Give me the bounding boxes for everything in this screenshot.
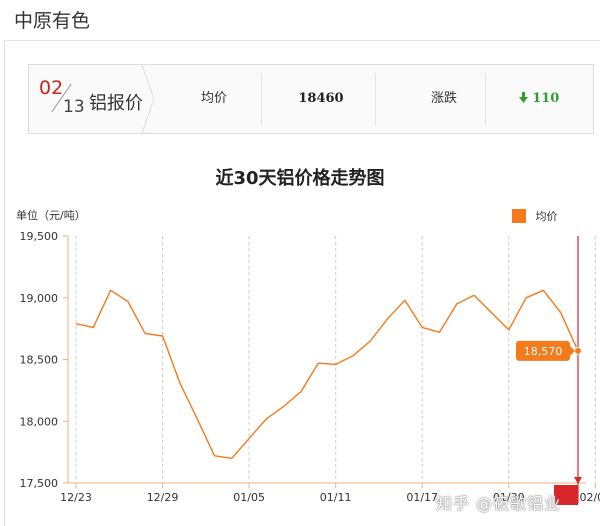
data-point	[230, 456, 234, 460]
watermark: 知乎 @筱歌铝业	[436, 494, 562, 513]
data-point	[282, 404, 286, 408]
data-point	[507, 328, 511, 332]
data-point	[386, 317, 390, 321]
x-tick-label: 01/05	[233, 491, 265, 504]
data-point	[161, 334, 165, 338]
data-point	[524, 296, 528, 300]
last-point-marker	[574, 346, 582, 355]
y-tick-label: 19,000	[20, 292, 59, 305]
x-tick-label: 12/23	[60, 491, 92, 504]
data-point	[559, 311, 563, 315]
y-tick-label: 18,500	[20, 354, 59, 367]
data-point	[541, 288, 545, 292]
value-tooltip-pointer	[570, 345, 575, 356]
data-point	[247, 437, 251, 441]
data-point	[420, 325, 424, 329]
data-point	[264, 417, 268, 421]
value-tooltip-label: 18,570	[524, 345, 563, 358]
x-tick-label: 02/03	[579, 491, 600, 504]
data-point	[403, 298, 407, 302]
x-tick-label: 01/17	[406, 491, 438, 504]
price-series-line	[75, 289, 579, 459]
data-point	[126, 299, 130, 303]
data-point	[143, 332, 147, 336]
data-point	[91, 325, 95, 329]
data-point	[455, 302, 459, 306]
data-point	[299, 390, 303, 394]
data-point	[472, 293, 476, 297]
data-point	[368, 339, 372, 343]
data-point	[438, 330, 442, 334]
x-tick-label: 01/11	[320, 491, 352, 504]
y-tick-label: 17,500	[20, 477, 59, 490]
price-trend-chart[interactable]: 17,500 18,000 18,500 19,000 19,500 12/23 12/29…	[0, 0, 600, 526]
y-tick-label: 18,000	[20, 415, 59, 428]
data-point	[74, 322, 78, 326]
data-point	[351, 354, 355, 358]
data-point	[195, 417, 199, 421]
y-tick-label: 19,500	[20, 230, 59, 243]
x-tick-label: 12/29	[147, 491, 179, 504]
data-point	[316, 361, 320, 365]
data-point	[212, 454, 216, 458]
data-point	[109, 288, 113, 292]
data-point	[489, 311, 493, 315]
data-point	[178, 381, 182, 385]
data-point	[334, 362, 338, 366]
